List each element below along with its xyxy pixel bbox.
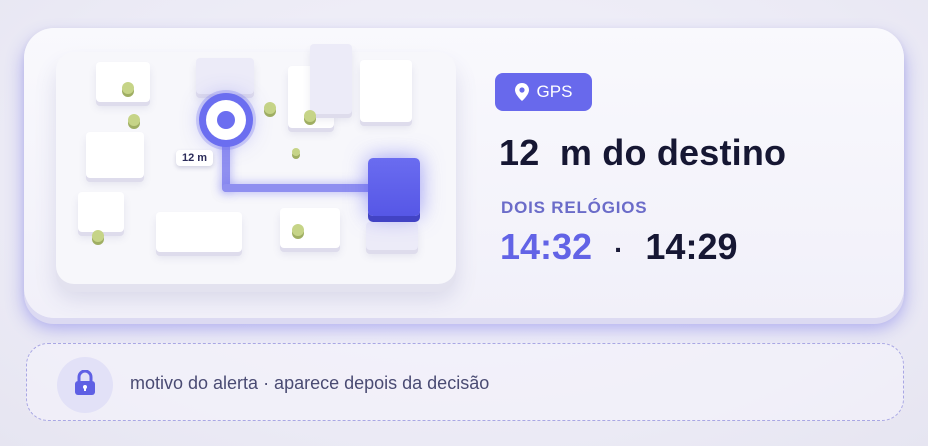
tree [92,230,104,242]
tree [264,102,276,114]
map-distance-tag: 12 m [176,150,214,166]
building [156,212,242,252]
tree [304,110,316,122]
building [310,44,352,114]
clock-time-secondary: 14:29 [645,226,738,267]
building [366,222,418,250]
building [96,62,150,102]
clock-separator: · [614,234,624,265]
lock-badge [57,357,113,413]
building [280,208,340,248]
lock-icon [74,369,96,401]
route-line [222,184,372,192]
building [86,132,144,178]
clock-time-primary: 14:32 [500,226,593,267]
building [196,58,254,94]
distance-headline: 12 m do destino [499,132,787,173]
location-pin-icon [514,83,529,101]
map-illustration: 12 m [56,44,456,284]
tree [292,148,300,156]
tree [128,114,140,126]
tree [122,82,134,94]
clocks-label: DOIS RELÓGIOS [501,198,648,217]
gps-badge: GPS [495,73,592,111]
clock-times: 14:32 · 14:29 [500,226,737,268]
building [78,192,124,232]
alert-reason-text: motivo do alerta · aparece depois da dec… [130,373,490,393]
building [360,60,412,122]
destination-marker [368,158,420,216]
gps-badge-label: GPS [536,82,573,101]
tree [292,224,304,236]
current-location-pin [206,100,246,140]
